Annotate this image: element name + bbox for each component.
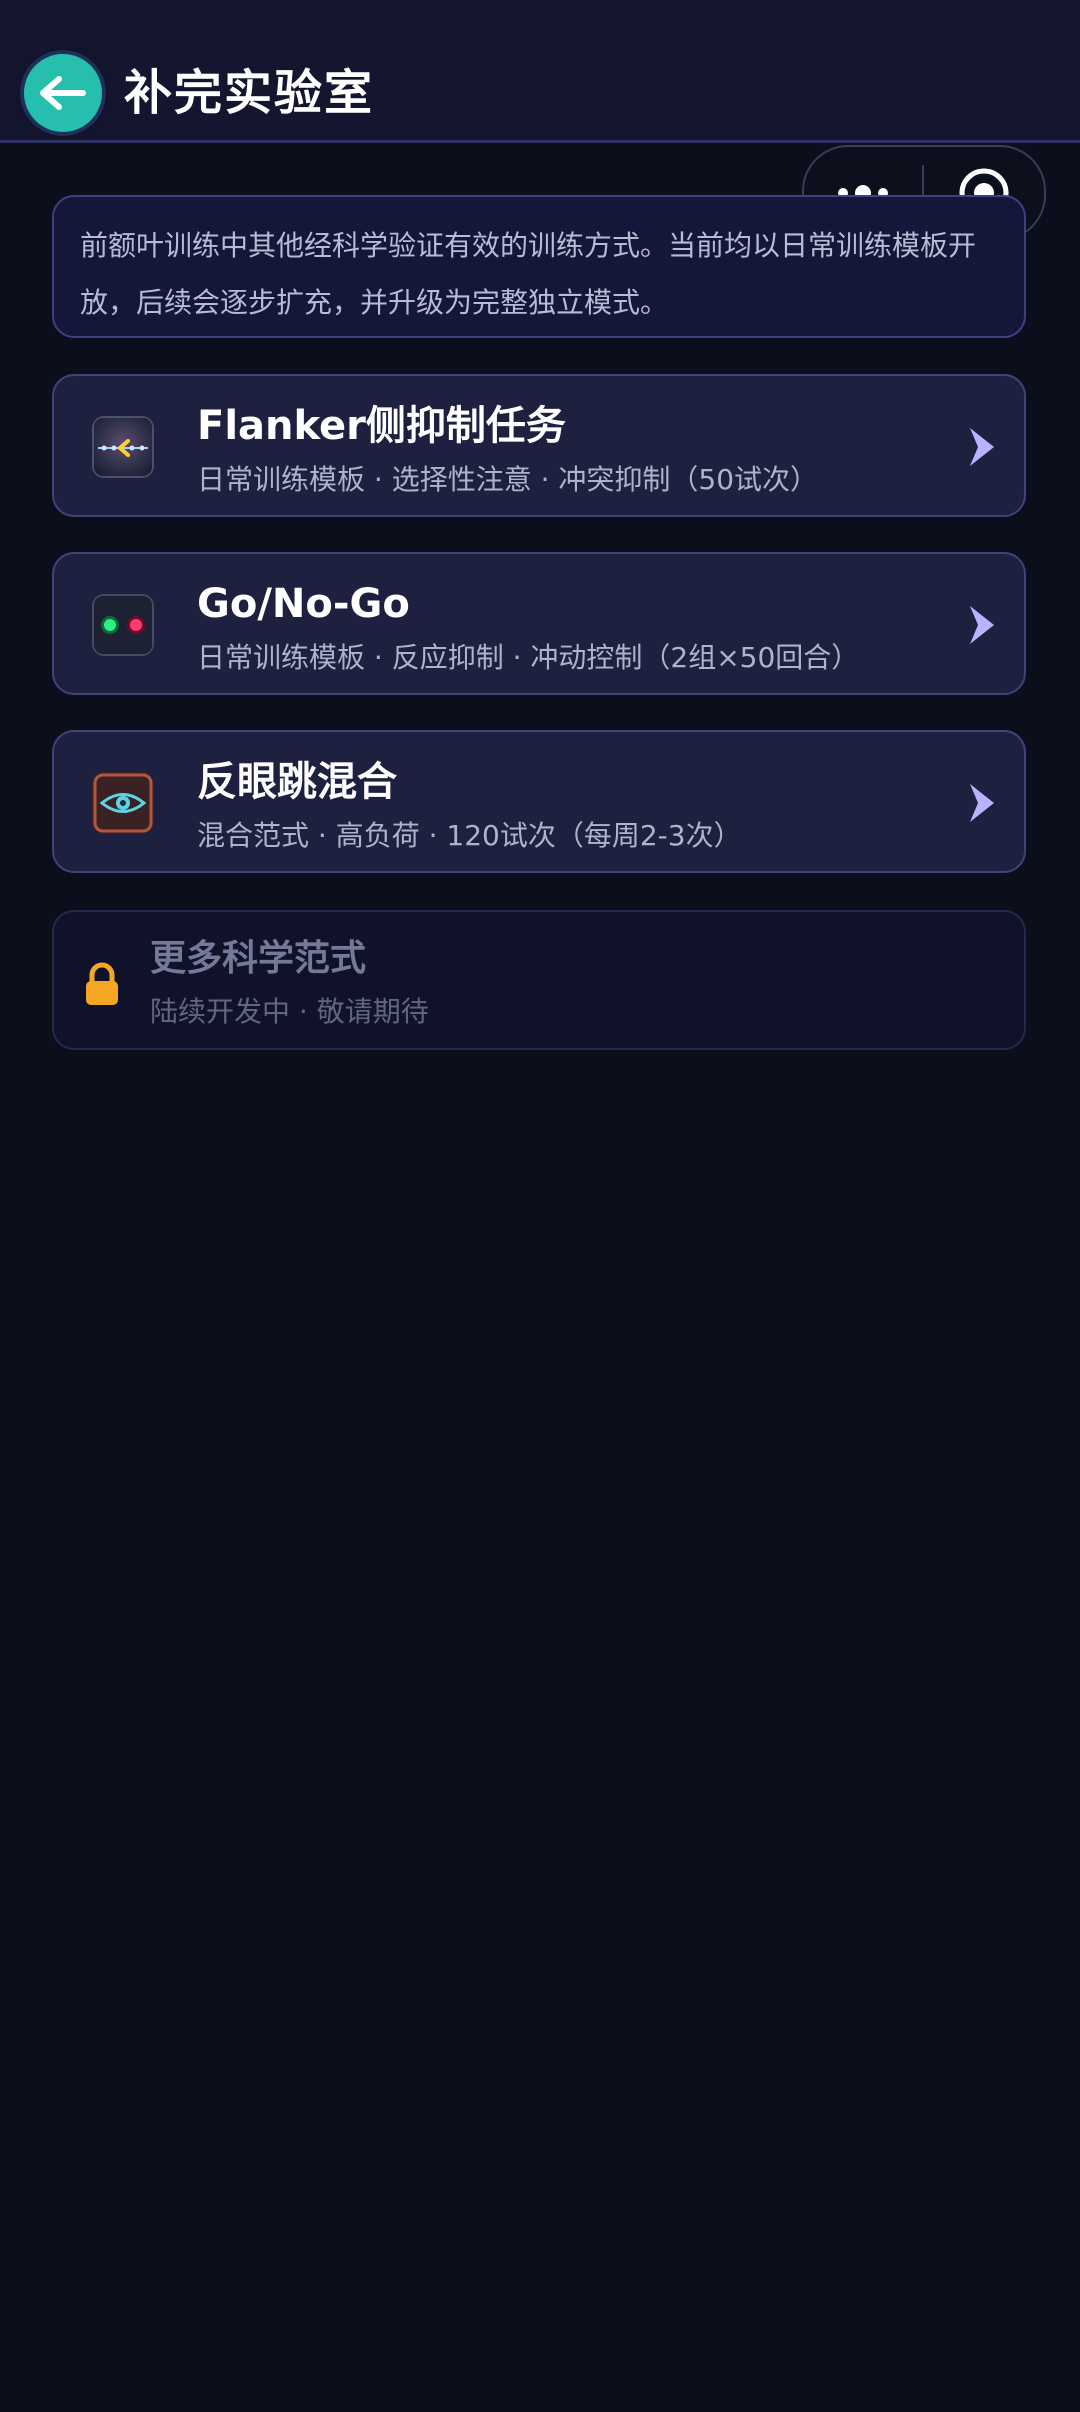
locked-title: 更多科学范式: [150, 938, 367, 979]
back-button[interactable]: [24, 54, 102, 132]
card-subtitle: 混合范式 · 高负荷 · 120试次（每周2-3次）: [197, 819, 742, 852]
card-subtitle: 日常训练模板 · 选择性注意 · 冲突抑制（50试次）: [197, 463, 819, 496]
card-more-coming-soon: 更多科学范式 陆续开发中 · 敬请期待: [52, 910, 1026, 1050]
card-title: 反眼跳混合: [197, 759, 397, 805]
locked-subtitle: 陆续开发中 · 敬请期待: [150, 995, 429, 1028]
card-go-no-go[interactable]: Go/No-Go 日常训练模板 · 反应抑制 · 冲动控制（2组×50回合）: [52, 552, 1026, 695]
card-subtitle: 日常训练模板 · 反应抑制 · 冲动控制（2组×50回合）: [197, 641, 860, 674]
card-flanker[interactable]: Flanker侧抑制任务 日常训练模板 · 选择性注意 · 冲突抑制（50试次）: [52, 374, 1026, 517]
eye-icon: [92, 772, 154, 834]
top-header: 补完实验室: [0, 0, 1080, 143]
card-title: Flanker侧抑制任务: [197, 403, 566, 449]
traffic-lights-icon: [92, 594, 154, 656]
flanker-arrows-icon: [92, 416, 154, 478]
page-title: 补完实验室: [124, 65, 375, 121]
chevron-right-icon: [970, 784, 994, 822]
card-title: Go/No-Go: [197, 581, 410, 627]
lock-icon: [86, 962, 118, 1005]
intro-description: 前额叶训练中其他经科学验证有效的训练方式。当前均以日常训练模板开放，后续会逐步扩…: [52, 195, 1026, 338]
card-antisaccade-mixed[interactable]: 反眼跳混合 混合范式 · 高负荷 · 120试次（每周2-3次）: [52, 730, 1026, 873]
arrow-left-icon: [40, 76, 86, 110]
chevron-right-icon: [970, 606, 994, 644]
chevron-right-icon: [970, 428, 994, 466]
